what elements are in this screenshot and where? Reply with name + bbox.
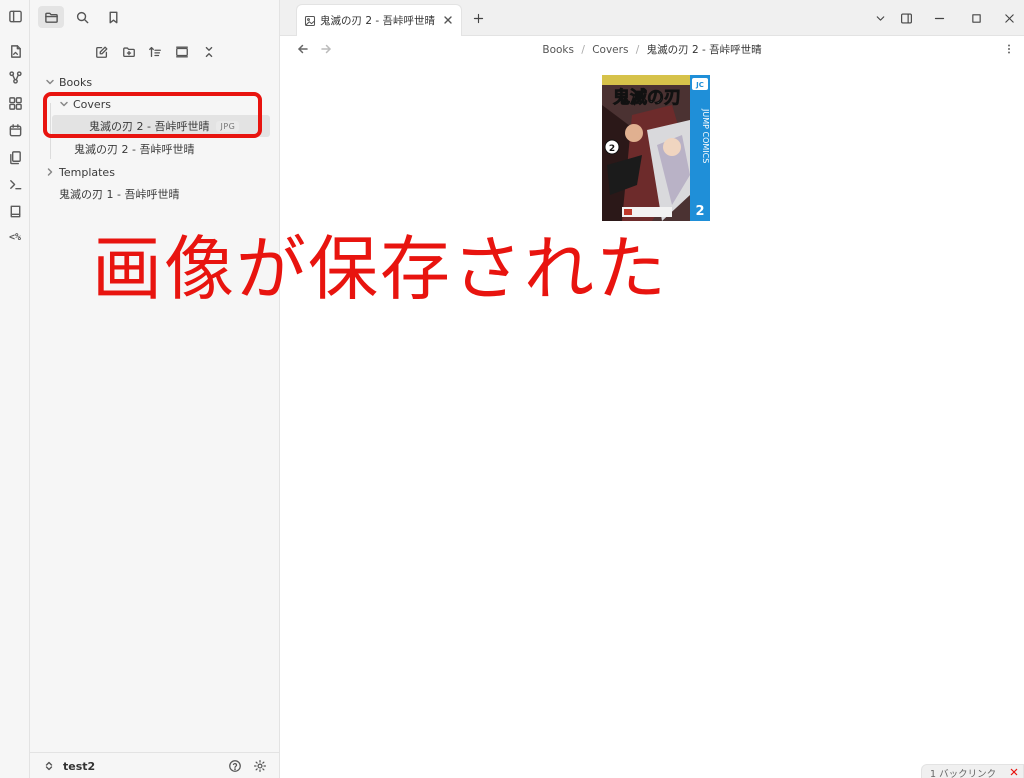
graph-view-icon[interactable] <box>3 66 27 88</box>
search-tab[interactable] <box>69 6 95 28</box>
sort-order-button[interactable] <box>145 42 165 62</box>
highlight-box <box>43 92 262 138</box>
settings-gear-icon[interactable] <box>253 759 267 773</box>
cover-publisher-badge: JC <box>695 81 704 89</box>
new-note-button[interactable] <box>92 42 112 62</box>
more-vertical-icon <box>1008 44 1010 54</box>
breadcrumb-current[interactable]: 鬼滅の刃 2 - 吾峠呼世晴 <box>647 44 762 56</box>
bookmarks-tab[interactable] <box>100 6 126 28</box>
new-folder-button[interactable] <box>119 42 139 62</box>
tab-list-dropdown[interactable] <box>870 8 890 28</box>
sort-icon <box>149 46 161 58</box>
tree-file-label: 鬼滅の刃 1 - 吾峠呼世晴 <box>59 188 180 201</box>
tree-file-book1-note[interactable]: 鬼滅の刃 1 - 吾峠呼世晴 <box>59 183 179 205</box>
plus-icon <box>473 13 483 23</box>
minimize-icon <box>934 17 944 19</box>
breadcrumb-separator: / <box>635 44 640 56</box>
collapse-all-button[interactable] <box>199 42 219 62</box>
code-tag-label: <% <box>8 231 22 243</box>
tree-file-book2-note[interactable]: 鬼滅の刃 2 - 吾峠呼世晴 <box>74 138 194 160</box>
files-tab[interactable] <box>38 6 64 28</box>
tab-cover-image[interactable]: 鬼滅の刃 2 - 吾峠呼世晴 <box>296 4 462 36</box>
chevron-down-icon <box>876 15 884 21</box>
breadcrumb-item[interactable]: Covers <box>592 44 628 56</box>
tree-folder-label: Templates <box>59 165 115 179</box>
daily-note-icon[interactable] <box>3 119 27 141</box>
folder-plus-icon <box>123 47 135 58</box>
bookmark-icon <box>109 11 117 23</box>
collapse-icon <box>205 46 213 58</box>
breadcrumb-separator: / <box>581 44 585 56</box>
open-quick-switcher-icon[interactable] <box>3 40 27 62</box>
canvas-icon[interactable] <box>3 92 27 114</box>
chevron-down-icon[interactable] <box>44 76 56 88</box>
status-bar: 1 バックリンク <box>921 764 1024 778</box>
bookmarks-book-icon[interactable] <box>3 200 27 222</box>
cover-logo-text: 鬼滅の刃 <box>613 87 681 108</box>
minimize-window-button[interactable] <box>929 8 949 28</box>
folder-icon <box>44 12 58 23</box>
chevron-updown-icon[interactable] <box>44 761 54 771</box>
left-ribbon: <% <box>0 0 30 778</box>
cover-volume-badge: 2 <box>609 144 615 154</box>
right-sidebar-icon <box>900 12 912 24</box>
view-header: Books / Covers / 鬼滅の刃 2 - 吾峠呼世晴 <box>280 36 1024 62</box>
toggle-right-sidebar-button[interactable] <box>896 8 916 28</box>
chevron-right-icon[interactable] <box>44 166 56 178</box>
new-tab-button[interactable] <box>468 8 488 28</box>
cover-volume-number: 2 <box>695 204 704 219</box>
code-tag-icon[interactable]: <% <box>3 226 27 248</box>
auto-reveal-button[interactable] <box>172 42 192 62</box>
image-file-icon <box>304 15 316 26</box>
breadcrumb: Books / Covers / 鬼滅の刃 2 - 吾峠呼世晴 <box>280 42 1024 57</box>
tree-folder-books[interactable]: Books <box>44 71 92 93</box>
close-icon <box>1004 13 1014 23</box>
sync-error-icon[interactable] <box>1009 767 1019 777</box>
search-icon <box>76 11 88 23</box>
templates-icon[interactable] <box>3 146 27 168</box>
book-cover-image: 鬼滅の刃 JUMP COMICS JC 2 2 <box>602 75 710 221</box>
backlinks-count[interactable]: 1 バックリンク <box>930 766 996 778</box>
sidebar-tab-header <box>30 0 280 34</box>
more-options-button[interactable] <box>1001 41 1017 57</box>
vault-name[interactable]: test2 <box>63 760 95 773</box>
close-tab-icon[interactable] <box>443 15 453 25</box>
tree-folder-templates[interactable]: Templates <box>44 161 115 183</box>
reveal-icon <box>176 46 188 58</box>
maximize-icon <box>971 13 981 23</box>
toggle-sidebar-icon[interactable] <box>3 5 27 27</box>
help-icon[interactable] <box>228 759 242 773</box>
annotation-caption: 画像が保存された <box>92 228 668 310</box>
close-window-button[interactable] <box>999 8 1019 28</box>
tab-bar: 鬼滅の刃 2 - 吾峠呼世晴 <box>280 0 1024 36</box>
tree-file-label: 鬼滅の刃 2 - 吾峠呼世晴 <box>74 143 195 156</box>
tree-folder-label: Books <box>59 75 93 89</box>
maximize-window-button[interactable] <box>966 8 986 28</box>
command-palette-icon[interactable] <box>3 173 27 195</box>
cover-series-label: JUMP COMICS <box>701 108 710 163</box>
edit-icon <box>96 46 108 58</box>
file-explorer-actions <box>30 40 280 64</box>
tab-title: 鬼滅の刃 2 - 吾峠呼世晴 <box>320 15 435 27</box>
vault-switcher-bar: test2 <box>30 752 280 778</box>
breadcrumb-item[interactable]: Books <box>542 44 574 56</box>
